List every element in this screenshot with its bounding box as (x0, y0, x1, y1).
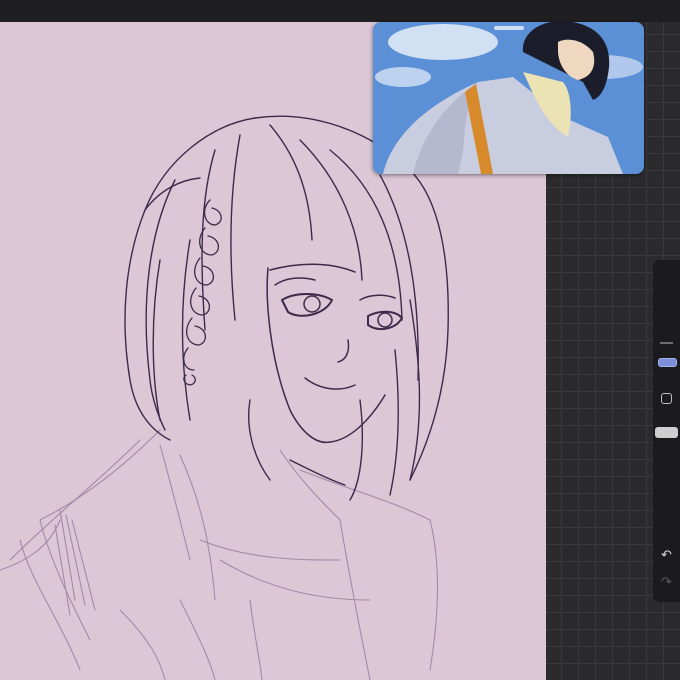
redo-arrow-icon[interactable]: ↷ (658, 574, 675, 591)
reference-image (373, 22, 644, 174)
brush-size-slider[interactable] (655, 262, 678, 546)
top-toolbar (0, 0, 680, 22)
tool-sidebar: ↶ ↷ (653, 260, 680, 602)
face-lineart (266, 263, 403, 444)
modify-square-icon[interactable] (661, 393, 672, 404)
opacity-slider-icon[interactable] (655, 427, 678, 438)
brush-size-slider-icon (660, 342, 673, 344)
reference-window[interactable] (373, 22, 644, 174)
brush-size-thumb[interactable] (658, 358, 677, 367)
reference-drag-handle[interactable] (494, 26, 524, 30)
sketch-layer (0, 429, 439, 680)
undo-arrow-icon[interactable]: ↶ (658, 547, 675, 564)
